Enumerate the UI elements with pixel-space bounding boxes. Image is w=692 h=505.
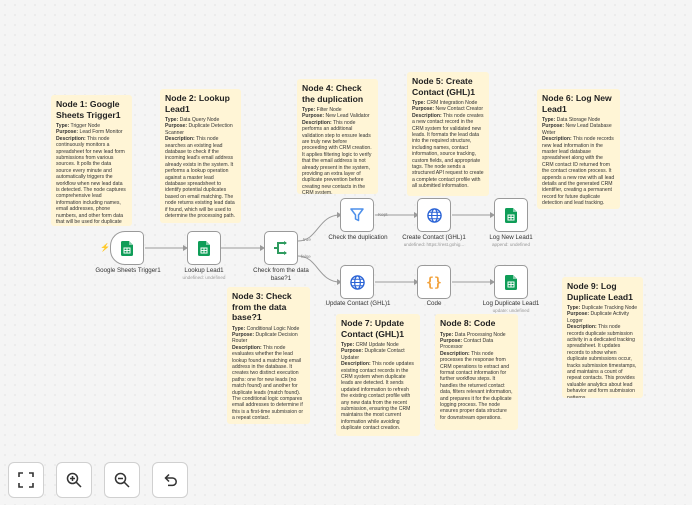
trigger-bolt-icon: ⚡ xyxy=(100,243,110,252)
edge-label-kept: Kept xyxy=(378,212,388,217)
sticky-note-1[interactable]: Node 1: Google Sheets Trigger1 Type: Tri… xyxy=(51,95,132,226)
note-title: Node 7: Update Contact (GHL)1 xyxy=(341,318,405,339)
note-description: Description: This node records new lead … xyxy=(542,136,615,207)
note-purpose-line: Purpose: New Lead Database Writer xyxy=(542,123,612,136)
node-label: Code xyxy=(426,300,442,307)
google-sheets-icon xyxy=(121,240,133,256)
note-title: Node 1: Google Sheets Trigger1 xyxy=(56,99,121,120)
globe-icon xyxy=(349,274,365,290)
note-title: Node 6: Log New Lead1 xyxy=(542,93,612,114)
node-label: Check the duplication xyxy=(328,234,388,241)
note-purpose-line: Purpose: Contact Data Processor xyxy=(440,337,494,351)
if-switch-icon xyxy=(274,241,287,255)
note-purpose-line: Purpose: Duplicate Detection Scanner xyxy=(165,123,233,136)
note-description: Description: This node processes the res… xyxy=(440,350,513,421)
note-title: Node 2: Lookup Lead1 xyxy=(165,93,230,114)
edge-label-false: false xyxy=(301,254,311,259)
node-label: Update Contact (GHL)1 xyxy=(325,300,391,307)
node-subtitle: undefined: undefined xyxy=(182,275,226,280)
node-subtitle: append: undefined xyxy=(491,242,531,247)
filter-icon xyxy=(350,208,364,222)
node-label: Create Contact (GHL)1 xyxy=(402,234,466,241)
note-purpose-line: Purpose: Duplicate Activity Logger xyxy=(567,311,630,324)
node-label: Check from the data base?1 xyxy=(253,267,309,282)
note-purpose-line: Purpose: Duplicate Contact Updater xyxy=(341,348,405,361)
note-description: Description: This node records duplicate… xyxy=(567,324,637,398)
node-label: Log New Lead1 xyxy=(489,234,533,241)
node-label: Lookup Lead1 xyxy=(184,267,224,274)
node-subtitle: update: undefined xyxy=(492,308,530,313)
note-purpose-line: Purpose: Duplicate Decision Router xyxy=(232,331,298,345)
globe-icon xyxy=(426,207,442,223)
node-check-the-duplication[interactable] xyxy=(340,198,374,232)
node-create-contact-ghl[interactable] xyxy=(417,198,451,232)
note-title: Node 5: Create Contact (GHL)1 xyxy=(412,76,476,97)
undo-icon xyxy=(164,473,177,487)
sticky-note-5[interactable]: Node 5: Create Contact (GHL)1 Type: CRM … xyxy=(407,72,489,196)
edge-label-true: true xyxy=(303,237,311,242)
note-description: Description: This node searches an exist… xyxy=(165,136,235,220)
note-title: Node 8: Code xyxy=(440,318,496,328)
google-sheets-icon xyxy=(198,240,210,256)
node-label: Google Sheets Trigger1 xyxy=(95,267,161,274)
sticky-note-4[interactable]: Node 4: Check the duplication Type: Filt… xyxy=(297,79,378,194)
sticky-note-8[interactable]: Node 8: Code Type: Data Processing Node … xyxy=(435,314,518,430)
note-description: Description: This node creates a new con… xyxy=(412,112,484,190)
note-description: Description: This node evaluates whether… xyxy=(232,344,304,422)
node-google-sheets-trigger[interactable] xyxy=(110,231,144,265)
code-braces-icon: {} xyxy=(426,276,442,290)
zoom-in-icon xyxy=(66,472,82,488)
note-title: Node 9: Log Duplicate Lead1 xyxy=(567,281,633,302)
undo-button[interactable] xyxy=(152,462,188,498)
zoom-out-icon xyxy=(114,472,130,488)
sticky-note-6[interactable]: Node 6: Log New Lead1 Type: Data Storage… xyxy=(537,89,620,209)
svg-text:{}: {} xyxy=(426,276,442,290)
fit-view-icon xyxy=(18,472,34,488)
sticky-note-2[interactable]: Node 2: Lookup Lead1 Type: Data Query No… xyxy=(160,89,241,223)
node-subtitle: undefined: https://rest.gohig... xyxy=(403,242,465,247)
fit-view-button[interactable] xyxy=(8,462,44,498)
note-description: Description: This node continuously moni… xyxy=(56,135,126,226)
google-sheets-icon xyxy=(505,274,517,290)
node-update-contact-ghl[interactable] xyxy=(340,265,374,299)
node-label: Log Duplicate Lead1 xyxy=(482,300,540,307)
note-title: Node 3: Check from the data base?1 xyxy=(232,291,292,322)
note-description: Description: This node performs an addit… xyxy=(302,119,372,194)
node-log-new-lead[interactable] xyxy=(494,198,528,232)
google-sheets-icon xyxy=(505,207,517,223)
note-title: Node 4: Check the duplication xyxy=(302,83,364,104)
zoom-in-button[interactable] xyxy=(56,462,92,498)
sticky-note-3[interactable]: Node 3: Check from the data base?1 Type:… xyxy=(227,287,310,424)
node-lookup-lead[interactable] xyxy=(187,231,221,265)
sticky-note-9[interactable]: Node 9: Log Duplicate Lead1 Type: Duplic… xyxy=(562,277,643,398)
note-description: Description: This node updates existing … xyxy=(341,361,414,432)
node-code[interactable]: {} xyxy=(417,265,451,299)
sticky-note-7[interactable]: Node 7: Update Contact (GHL)1 Type: CRM … xyxy=(336,314,420,436)
node-check-from-database[interactable] xyxy=(264,231,298,265)
zoom-out-button[interactable] xyxy=(104,462,140,498)
node-log-duplicate-lead[interactable] xyxy=(494,265,528,299)
